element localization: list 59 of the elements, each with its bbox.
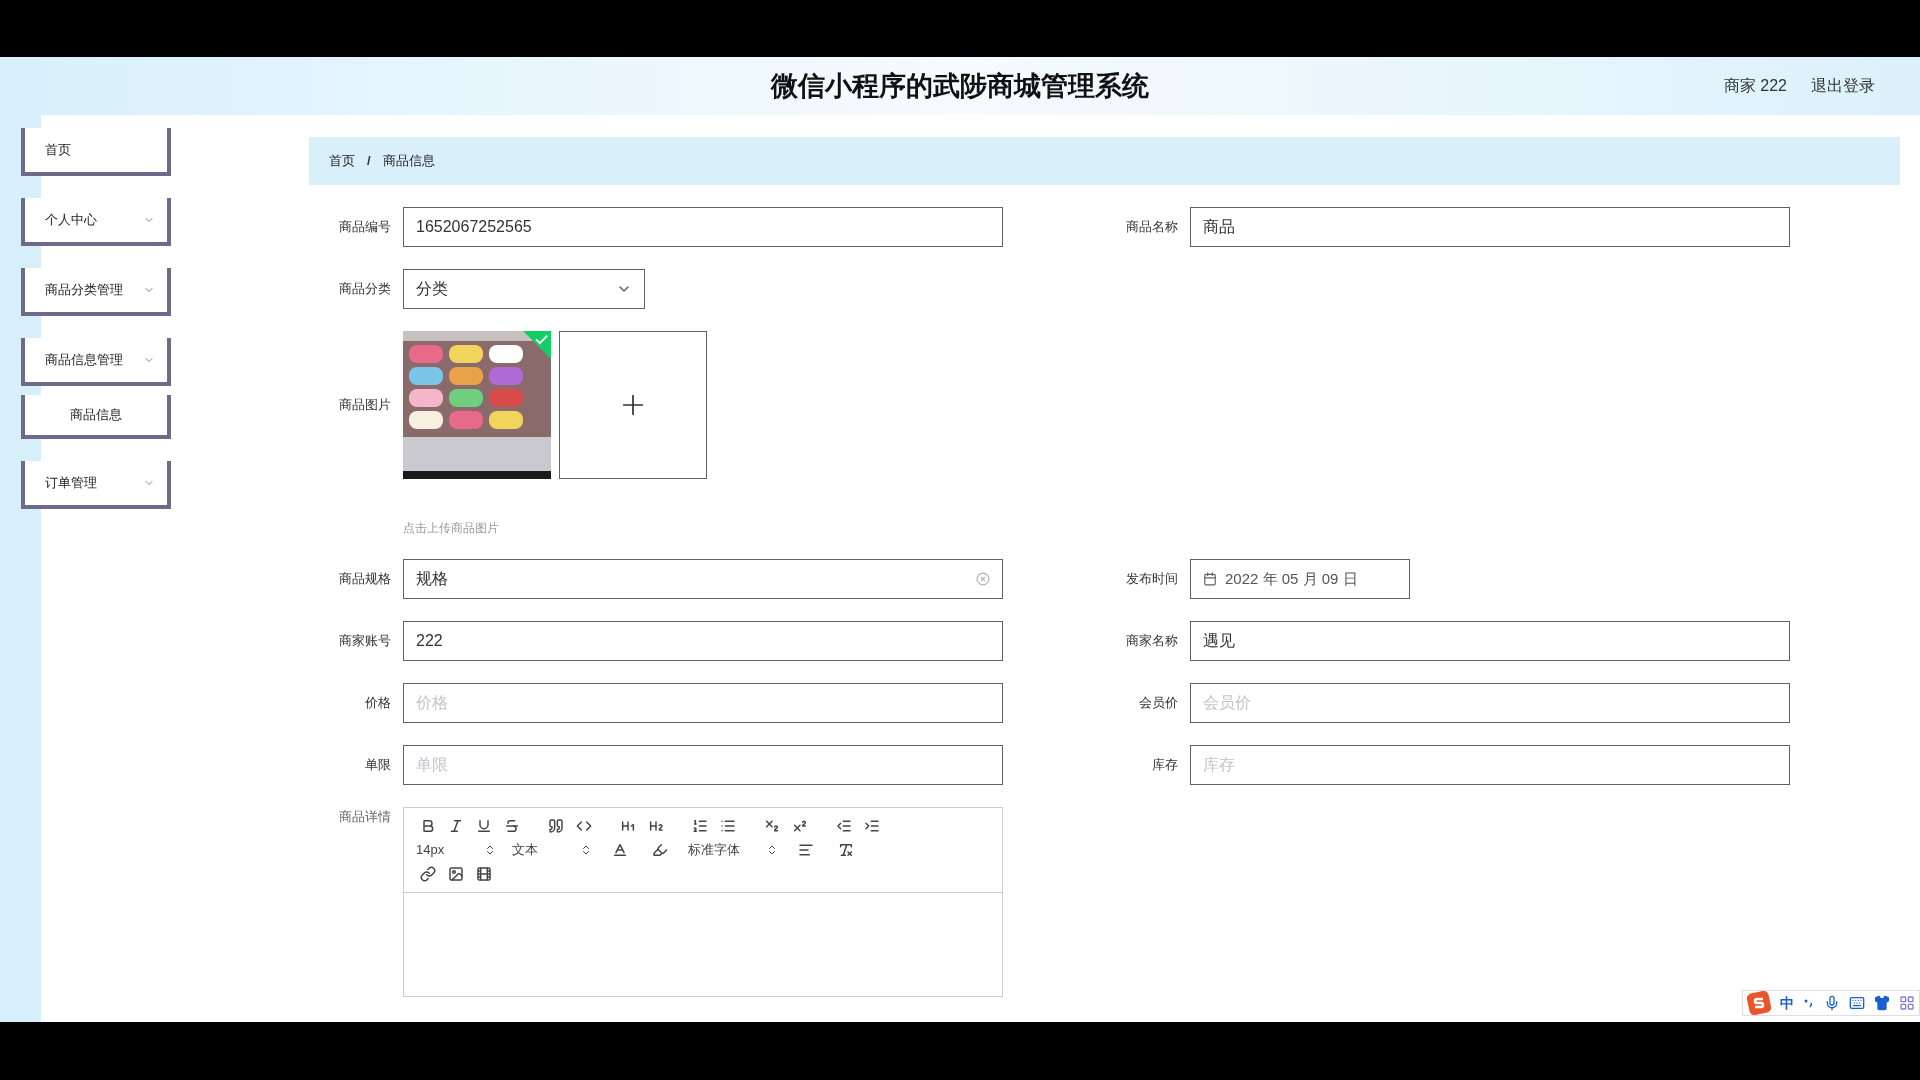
check-badge-icon <box>523 331 551 359</box>
app-title: 微信小程序的武陟商城管理系统 <box>771 69 1149 103</box>
format-picker[interactable]: 标准字体 <box>688 838 778 862</box>
menu-item[interactable]: 商品分类管理 <box>21 268 171 316</box>
field-label: 商家名称 <box>1125 632 1178 651</box>
shirt-icon[interactable] <box>1874 995 1890 1011</box>
input-field[interactable]: 规格 <box>403 559 1003 599</box>
input-field[interactable]: 1652067252565 <box>403 207 1003 247</box>
field-placeholder: 价格 <box>416 693 448 713</box>
input-field[interactable]: 222 <box>403 621 1003 661</box>
field-label: 商品规格 <box>338 570 391 589</box>
field-placeholder: 单限 <box>416 755 448 775</box>
field-label: 库存 <box>1151 756 1178 775</box>
field-label: 商品详情 <box>338 808 391 826</box>
field-label: 商品名称 <box>1125 218 1178 237</box>
input-field[interactable]: 遇见 <box>1190 621 1790 661</box>
format-picker[interactable]: 14px <box>416 838 496 862</box>
field-label: 发布时间 <box>1125 570 1178 589</box>
field-label: 价格 <box>364 694 391 713</box>
user-name: 商家 222 <box>1723 76 1787 96</box>
field-label: 商品编号 <box>338 218 391 237</box>
microphone-icon[interactable] <box>1824 995 1840 1011</box>
field-value: 规格 <box>416 569 448 589</box>
grid-icon[interactable] <box>1899 995 1915 1011</box>
select-field[interactable]: 分类 <box>403 269 645 309</box>
breadcrumb-link[interactable]: 首页 <box>329 151 355 171</box>
ime-mode[interactable]: 中 <box>1780 992 1794 1014</box>
field-label: 单限 <box>364 756 391 775</box>
logout-link[interactable]: 退出登录 <box>1811 74 1875 98</box>
breadcrumb-separator: / <box>367 152 371 171</box>
field-label: 商品分类 <box>338 280 391 299</box>
input-field[interactable]: 商品 <box>1190 207 1790 247</box>
field-value: 遇见 <box>1203 631 1235 651</box>
field-value: 2022 年 05 月 09 日 <box>1225 568 1358 589</box>
up-down-arrows-icon <box>766 844 778 856</box>
field-placeholder: 库存 <box>1203 755 1235 775</box>
keyboard-icon[interactable] <box>1849 995 1865 1011</box>
menu-item[interactable]: 个人中心 <box>21 198 171 246</box>
upload-hint: 点击上传商品图片 <box>403 520 500 537</box>
rich-text-editor[interactable]: 14px 文本 标准字体 <box>403 807 1003 997</box>
field-placeholder: 会员价 <box>1203 693 1251 713</box>
format-picker[interactable]: 文本 <box>512 838 592 862</box>
up-down-arrows-icon <box>580 844 592 856</box>
field-value: 1652067252565 <box>416 217 532 237</box>
field-value: 222 <box>416 631 443 651</box>
field-value: 商品 <box>1203 217 1235 237</box>
field-label: 商家账号 <box>338 632 391 651</box>
up-down-arrows-icon <box>484 844 496 856</box>
menu-item[interactable]: 首页 <box>21 128 171 176</box>
calendar-icon <box>1203 572 1217 586</box>
punctuation-icon[interactable] <box>1803 997 1815 1009</box>
field-label: 会员价 <box>1138 694 1178 713</box>
menu-item[interactable]: 订单管理 <box>21 461 171 509</box>
submenu-item[interactable]: 商品信息 <box>21 395 171 439</box>
upload-button[interactable] <box>559 331 707 479</box>
date-field[interactable]: 2022 年 05 月 09 日 <box>1190 559 1410 599</box>
breadcrumb-link[interactable]: 商品信息 <box>382 151 435 171</box>
field-label: 商品图片 <box>338 396 391 414</box>
menu-item[interactable]: 商品信息管理 <box>21 338 171 386</box>
